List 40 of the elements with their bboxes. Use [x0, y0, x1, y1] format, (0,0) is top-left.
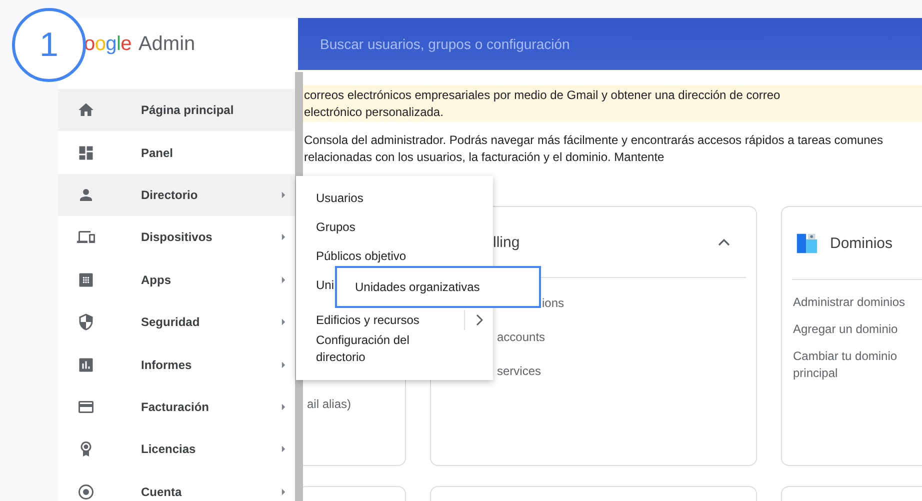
intro-text: relacionadas con los usuarios, la facturación y el dominio. Mantente	[304, 149, 666, 166]
notice-text: electrónico personalizada.	[304, 104, 444, 121]
intro-text: Consola del administrador. Podrás navegar más fácilmente y encontrarás accesos rápidos a tareas comunes	[304, 132, 884, 149]
menu-item[interactable]: Configuración del directorio	[316, 332, 446, 366]
sidebar-item[interactable]: Cuenta	[58, 470, 298, 501]
menu-item[interactable]: Edificios y recursos	[316, 310, 493, 330]
card-link[interactable]: services	[497, 363, 756, 379]
sidebar-item[interactable]: Apps	[58, 258, 298, 301]
bar-chart-icon	[77, 356, 95, 374]
sidebar-item[interactable]: Facturación	[58, 386, 298, 428]
card-link[interactable]: Cambiar tu dominio principal	[793, 348, 913, 382]
callout-text: Unidades organizativas	[355, 280, 480, 294]
target-icon	[77, 482, 95, 501]
sidebar-item[interactable]: Licencias	[58, 428, 298, 471]
sidebar-item[interactable]: Informes	[58, 343, 298, 386]
card-text: ail alias)	[307, 397, 352, 411]
card-link[interactable]: accounts	[497, 329, 756, 345]
grid-icon	[77, 270, 95, 289]
domains-icon	[796, 232, 818, 254]
sidebar-item[interactable]: Panel	[58, 131, 298, 174]
sidebar-item[interactable]: Seguridad	[58, 300, 298, 344]
notice-text: correos electrónicos empresariales por medio de Gmail y obtener una dirección de correo	[304, 87, 782, 104]
product-name: Admin	[138, 32, 196, 56]
search-field[interactable]: Buscar usuarios, grupos o configuración	[320, 36, 740, 52]
sidebar-item[interactable]: Página principal	[58, 89, 298, 132]
menu-item[interactable]: Públicos objetivo	[316, 248, 406, 264]
sidebar-item[interactable]: Directorio	[58, 174, 298, 216]
card-title: lling	[493, 234, 520, 250]
chevron-up-icon[interactable]	[718, 238, 730, 246]
menu-item[interactable]: Uni	[316, 277, 334, 293]
card-link[interactable]: Agregar un dominio	[793, 321, 913, 338]
card-link[interactable]: Administrar dominios	[793, 294, 913, 311]
dashboard-icon	[77, 144, 95, 162]
shield-icon	[77, 313, 95, 332]
step-badge: 1	[12, 8, 86, 82]
menu-item[interactable]: Usuarios	[316, 190, 364, 206]
card-title: Dominios	[830, 234, 893, 252]
menu-item[interactable]: Grupos	[316, 219, 356, 235]
card-link[interactable]: ions	[542, 295, 756, 311]
sidebar-item[interactable]: Dispositivos	[58, 216, 298, 259]
